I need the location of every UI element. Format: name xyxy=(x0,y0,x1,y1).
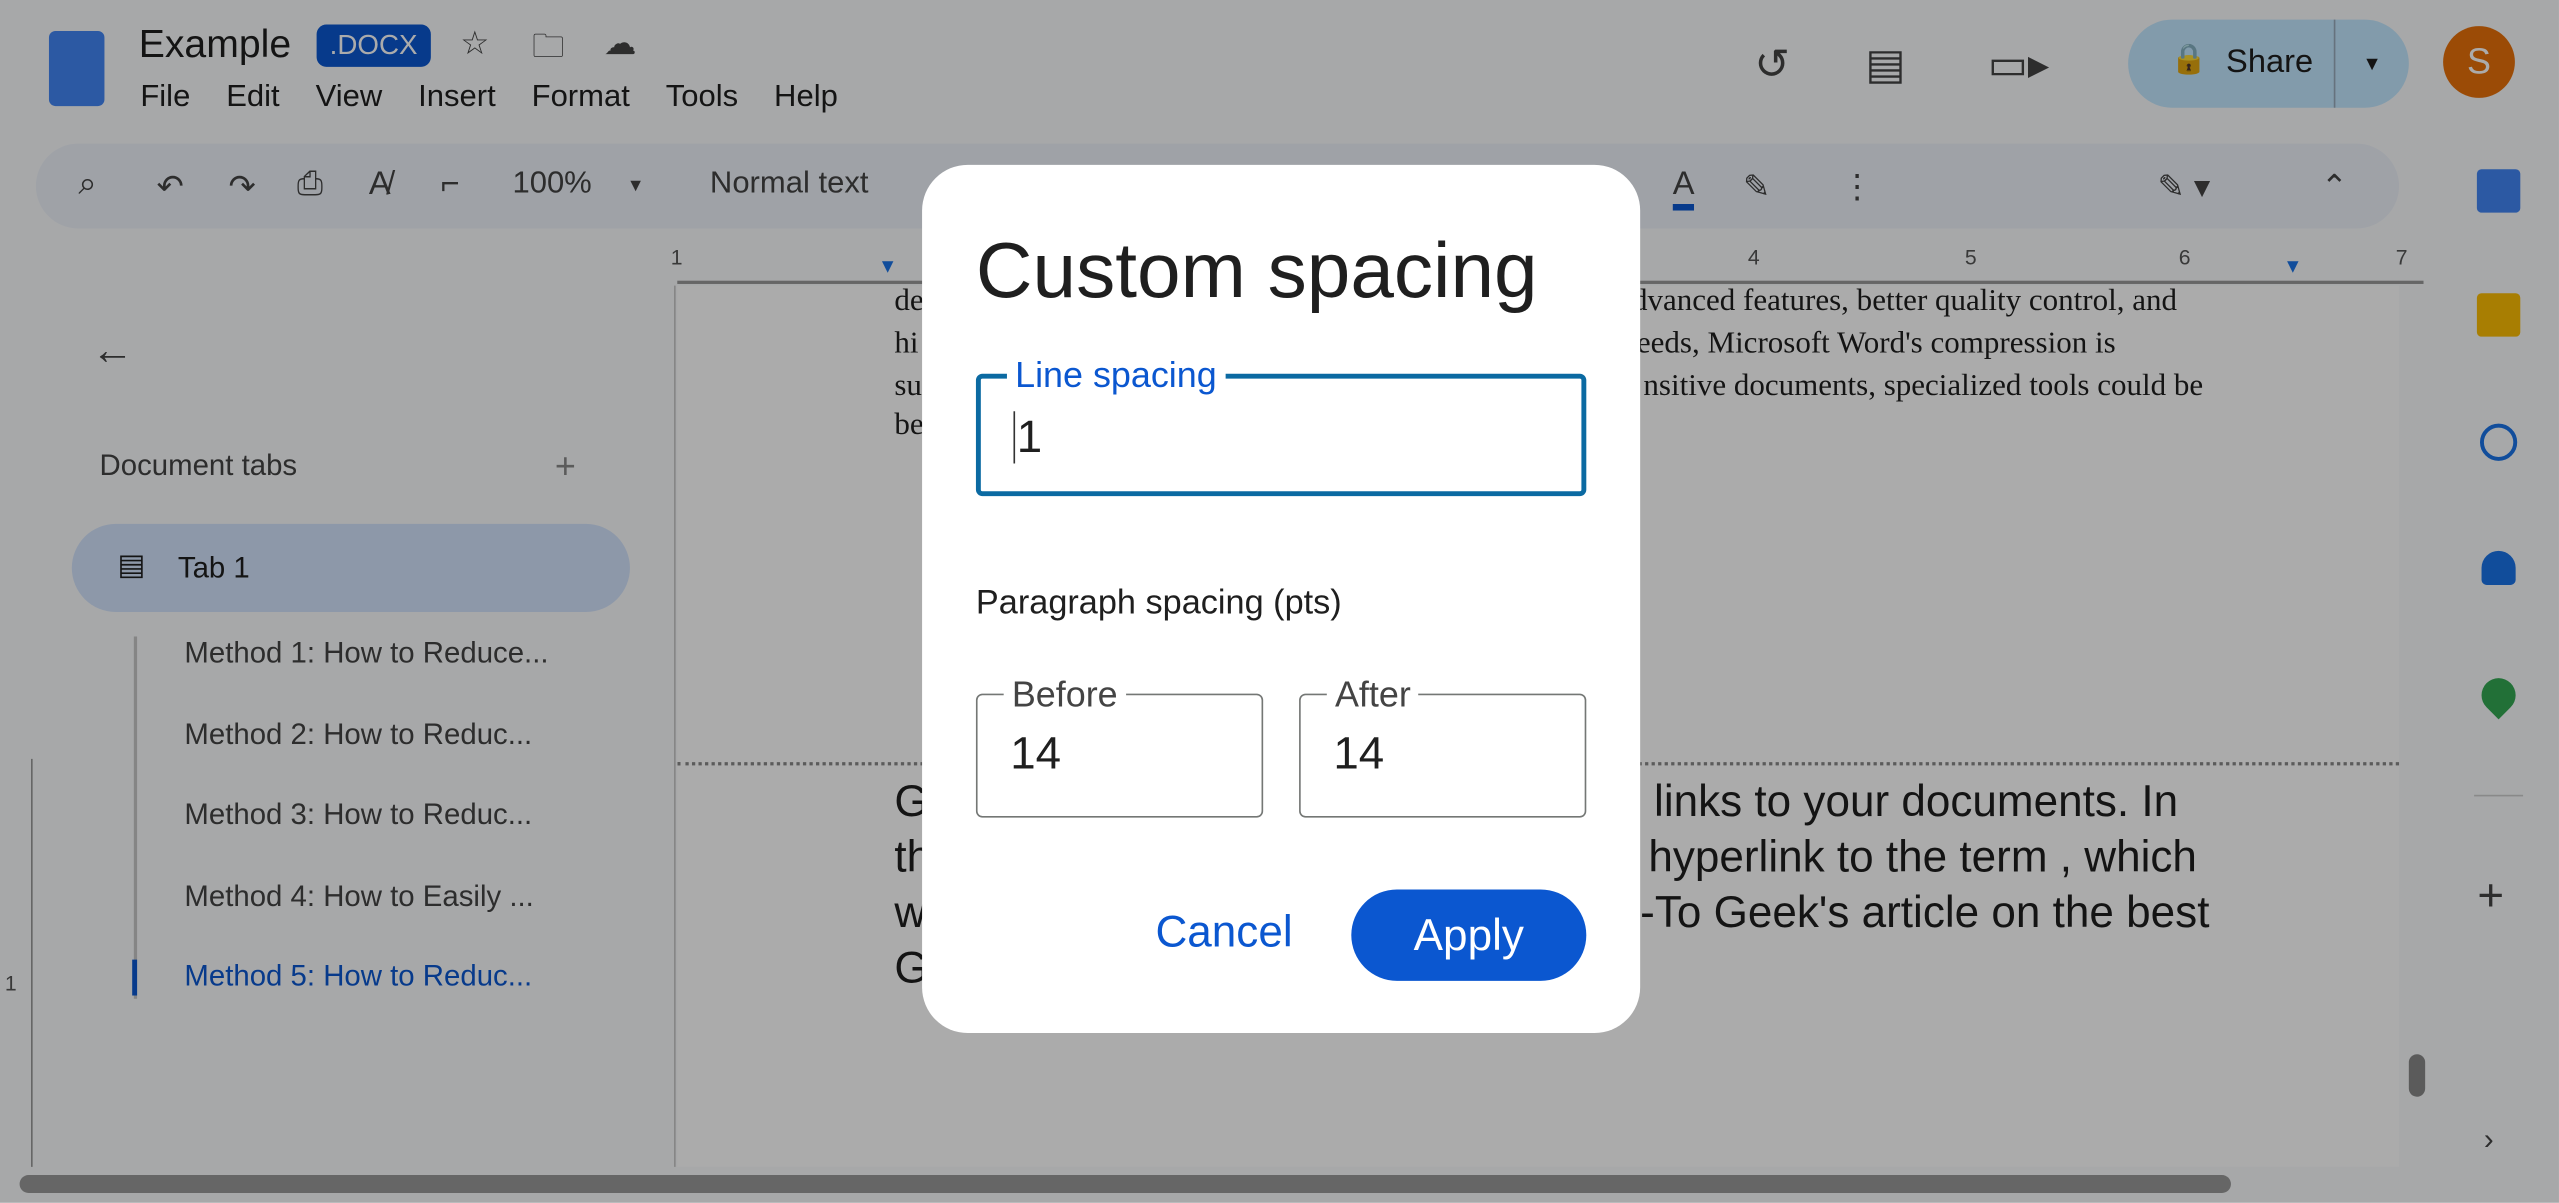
before-input[interactable]: Before 14 xyxy=(975,674,1264,818)
custom-spacing-dialog: Custom spacing Line spacing 1 Paragraph … xyxy=(922,164,1641,1034)
after-label: After xyxy=(1326,674,1419,717)
apply-button[interactable]: Apply xyxy=(1351,889,1587,981)
line-spacing-label: Line spacing xyxy=(1006,354,1225,397)
app-window: Example .DOCX ☆ 🗀 ☁ File Edit View Insert Fo… xyxy=(0,0,2559,1203)
after-input[interactable]: After 14 xyxy=(1299,674,1587,818)
cancel-button[interactable]: Cancel xyxy=(1155,907,1292,958)
dialog-title: Custom spacing xyxy=(975,228,1538,315)
paragraph-spacing-label: Paragraph spacing (pts) xyxy=(975,584,1342,622)
line-spacing-value: 1 xyxy=(1013,411,1042,464)
before-value: 14 xyxy=(1010,727,1062,779)
after-value: 14 xyxy=(1333,727,1385,779)
line-spacing-input[interactable]: Line spacing 1 xyxy=(975,354,1587,497)
before-label: Before xyxy=(1003,674,1126,717)
